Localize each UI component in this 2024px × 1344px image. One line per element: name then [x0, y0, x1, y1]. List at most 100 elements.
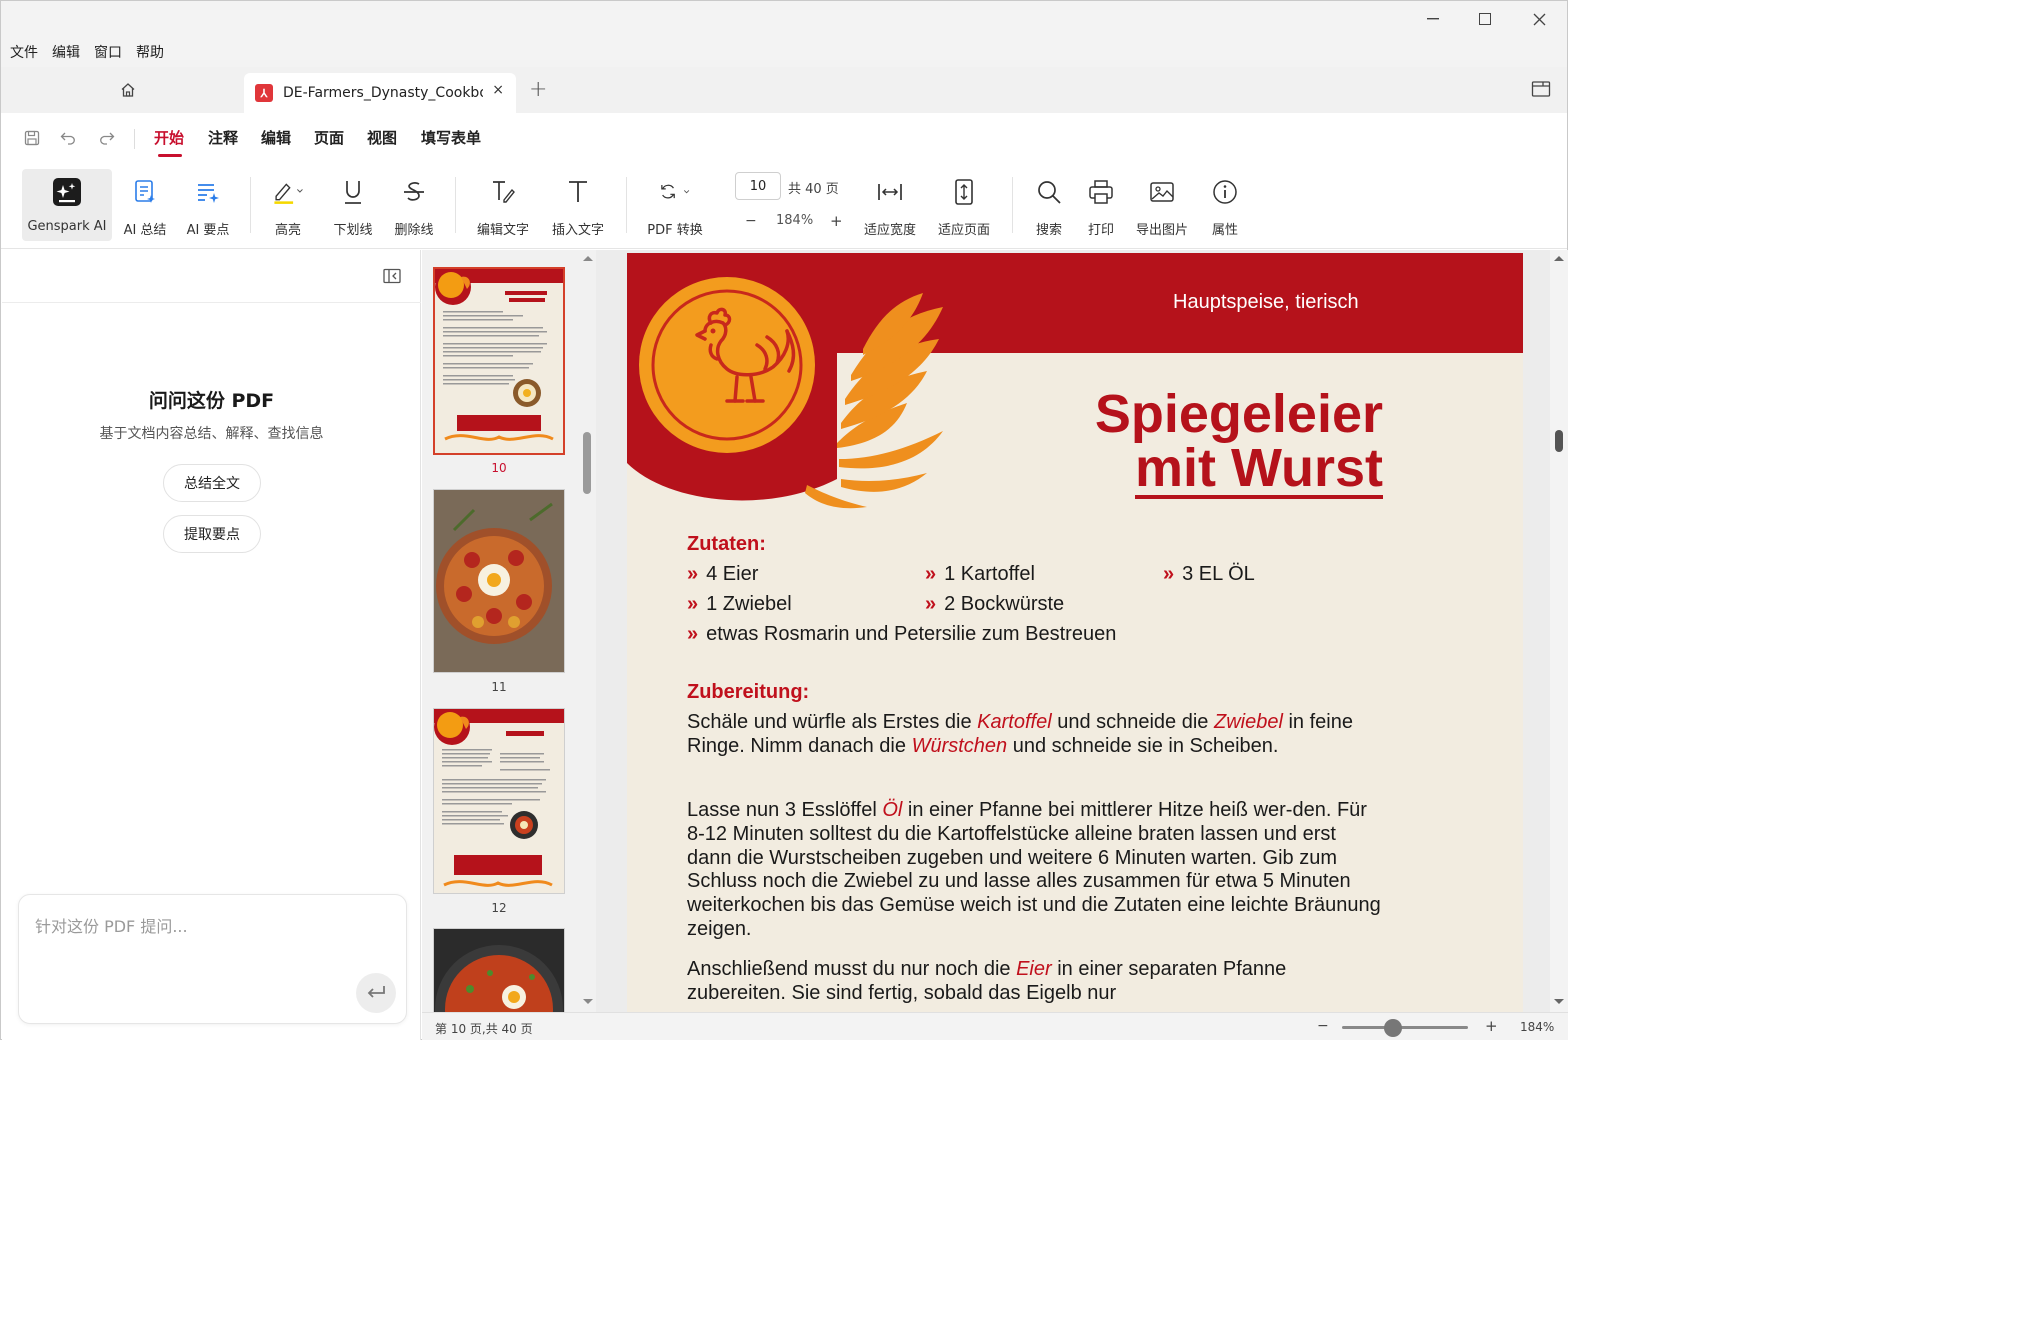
recipe-category: Hauptspeise, tierisch	[1173, 291, 1359, 313]
scroll-down-icon[interactable]	[1550, 996, 1568, 1008]
enter-icon	[367, 986, 385, 998]
underline-button[interactable]: 下划线	[331, 169, 375, 241]
save-button[interactable]	[21, 127, 43, 149]
menu-file[interactable]: 文件	[10, 42, 38, 62]
preparation-paragraph-1: Schäle und würfle als Erstes die Kartoff…	[687, 711, 1353, 757]
zoom-in-button[interactable]: +	[830, 212, 843, 230]
thumbnail-panel: 10 11 12	[422, 250, 596, 1012]
maximize-button[interactable]	[1465, 5, 1505, 33]
fit-page-button[interactable]: 适应页面	[934, 169, 994, 241]
status-zoom-in-button[interactable]: +	[1485, 1017, 1498, 1035]
undo-button[interactable]	[58, 127, 80, 149]
redo-button[interactable]	[95, 127, 117, 149]
scroll-up-icon[interactable]	[580, 252, 596, 264]
tab-edit[interactable]: 编辑	[261, 127, 291, 148]
active-tab-indicator	[158, 154, 182, 157]
print-label: 打印	[1087, 223, 1114, 238]
ai-keypoints-label: AI 要点	[186, 223, 230, 238]
undo-icon	[60, 132, 75, 145]
genspark-ai-button[interactable]: Genspark AI	[22, 169, 112, 241]
document-tab-title: DE-Farmers_Dynasty_Cookbo...	[283, 85, 483, 101]
home-button[interactable]	[113, 77, 143, 103]
ribbon-separator	[134, 129, 135, 149]
thumbnail-scrollbar[interactable]	[580, 250, 596, 1012]
search-label: 搜索	[1035, 223, 1062, 238]
menu-window[interactable]: 窗口	[94, 42, 122, 62]
app-window: 文件 编辑 窗口 帮助 ⅄ DE-Farmers_Dynasty_Cookbo.…	[0, 0, 1568, 1040]
properties-button[interactable]: 属性	[1203, 169, 1247, 241]
ai-question-input[interactable]: 针对这份 PDF 提问...	[18, 894, 407, 1024]
thumbnail-scroll-thumb[interactable]	[583, 432, 591, 494]
recipe-title-line2: mit Wurst	[1134, 438, 1383, 499]
ai-summary-button[interactable]: AI 总结	[122, 169, 168, 241]
zoom-slider-handle[interactable]	[1384, 1019, 1402, 1037]
tab-home[interactable]: 开始	[154, 127, 184, 148]
menu-edit[interactable]: 编辑	[52, 42, 80, 62]
collapse-panel-icon[interactable]	[383, 268, 401, 284]
highlight-button[interactable]: 高亮	[266, 169, 310, 241]
thumbnail-page-12[interactable]	[433, 708, 565, 894]
strikethrough-icon	[397, 175, 431, 209]
home-icon	[121, 83, 135, 97]
minimize-button[interactable]	[1413, 5, 1453, 33]
redo-icon	[100, 132, 115, 145]
export-image-button[interactable]: 导出图片	[1132, 169, 1192, 241]
menu-help[interactable]: 帮助	[136, 42, 164, 62]
bullet-chevron-icon: »	[687, 593, 699, 615]
tab-close-button[interactable]: ×	[492, 82, 504, 98]
thumbnail-page-10[interactable]	[433, 267, 565, 455]
zoom-level[interactable]: 184%	[776, 213, 813, 228]
document-scrollbar[interactable]	[1550, 250, 1568, 1012]
tab-page[interactable]: 页面	[314, 127, 344, 148]
ingredient-text: etwas Rosmarin und Petersilie zum Bestre…	[706, 623, 1117, 645]
page-total-label: 共 40 页	[788, 182, 839, 197]
thumbnail-preview	[435, 269, 563, 453]
pdf-convert-button[interactable]: PDF 转换	[645, 169, 705, 241]
status-zoom-level: 184%	[1520, 1020, 1555, 1034]
document-view: Hauptspeise, tierisch Spiegeleier mit Wu…	[596, 250, 1550, 1012]
scroll-down-icon[interactable]	[580, 996, 596, 1008]
summarize-all-button[interactable]: 总结全文	[163, 464, 261, 502]
ai-summary-label: AI 总结	[123, 223, 167, 238]
search-button[interactable]: 搜索	[1027, 169, 1071, 241]
thumbnail-page-13[interactable]	[433, 928, 565, 1012]
toolbar-separator	[455, 177, 456, 233]
zoom-out-button[interactable]: −	[745, 213, 757, 229]
status-zoom-out-button[interactable]: −	[1317, 1018, 1329, 1034]
ai-keypoints-button[interactable]: AI 要点	[185, 169, 231, 241]
edit-text-label: 编辑文字	[476, 223, 529, 238]
highlighter-icon	[271, 175, 305, 209]
thumbnail-number: 10	[491, 461, 507, 475]
document-tab[interactable]: ⅄ DE-Farmers_Dynasty_Cookbo... ×	[244, 73, 516, 113]
scroll-up-icon[interactable]	[1550, 252, 1568, 264]
edit-text-icon	[486, 175, 520, 209]
thumbnail-page-11[interactable]	[433, 489, 565, 673]
thumbnail-preview	[434, 709, 564, 893]
tab-annotate[interactable]: 注释	[208, 127, 238, 148]
edit-text-button[interactable]: 编辑文字	[473, 169, 533, 241]
new-tab-button[interactable]: +	[529, 77, 547, 102]
document-scroll-thumb[interactable]	[1555, 430, 1563, 452]
page-number-input[interactable]: 10	[735, 172, 781, 200]
tab-bar: ⅄ DE-Farmers_Dynasty_Cookbo... × +	[1, 67, 1567, 113]
recipe-title-line1: Spiegeleier	[1094, 384, 1383, 444]
close-window-button[interactable]	[1519, 5, 1559, 33]
zoom-slider-track[interactable]	[1342, 1026, 1468, 1029]
ingredient-item: » 1 Zwiebel	[687, 593, 792, 616]
fit-width-button[interactable]: 适应宽度	[860, 169, 920, 241]
extract-points-button[interactable]: 提取要点	[163, 515, 261, 553]
strikethrough-button[interactable]: 删除线	[391, 169, 437, 241]
print-button[interactable]: 打印	[1079, 169, 1123, 241]
window-layout-icon[interactable]	[1531, 80, 1551, 98]
tab-view[interactable]: 视图	[367, 127, 397, 148]
ingredient-item: » 3 EL ÖL	[1163, 563, 1255, 586]
ingredient-item: » 4 Eier	[687, 563, 758, 586]
insert-text-button[interactable]: 插入文字	[548, 169, 608, 241]
properties-label: 属性	[1211, 223, 1238, 238]
info-icon	[1208, 175, 1242, 209]
recipe-title: Spiegeleier mit Wurst	[1095, 387, 1383, 499]
tab-fill-form[interactable]: 填写表单	[421, 127, 481, 148]
ai-panel-subtitle: 基于文档内容总结、解释、查找信息	[99, 426, 324, 442]
fit-page-icon	[947, 175, 981, 209]
send-button[interactable]	[356, 973, 396, 1013]
